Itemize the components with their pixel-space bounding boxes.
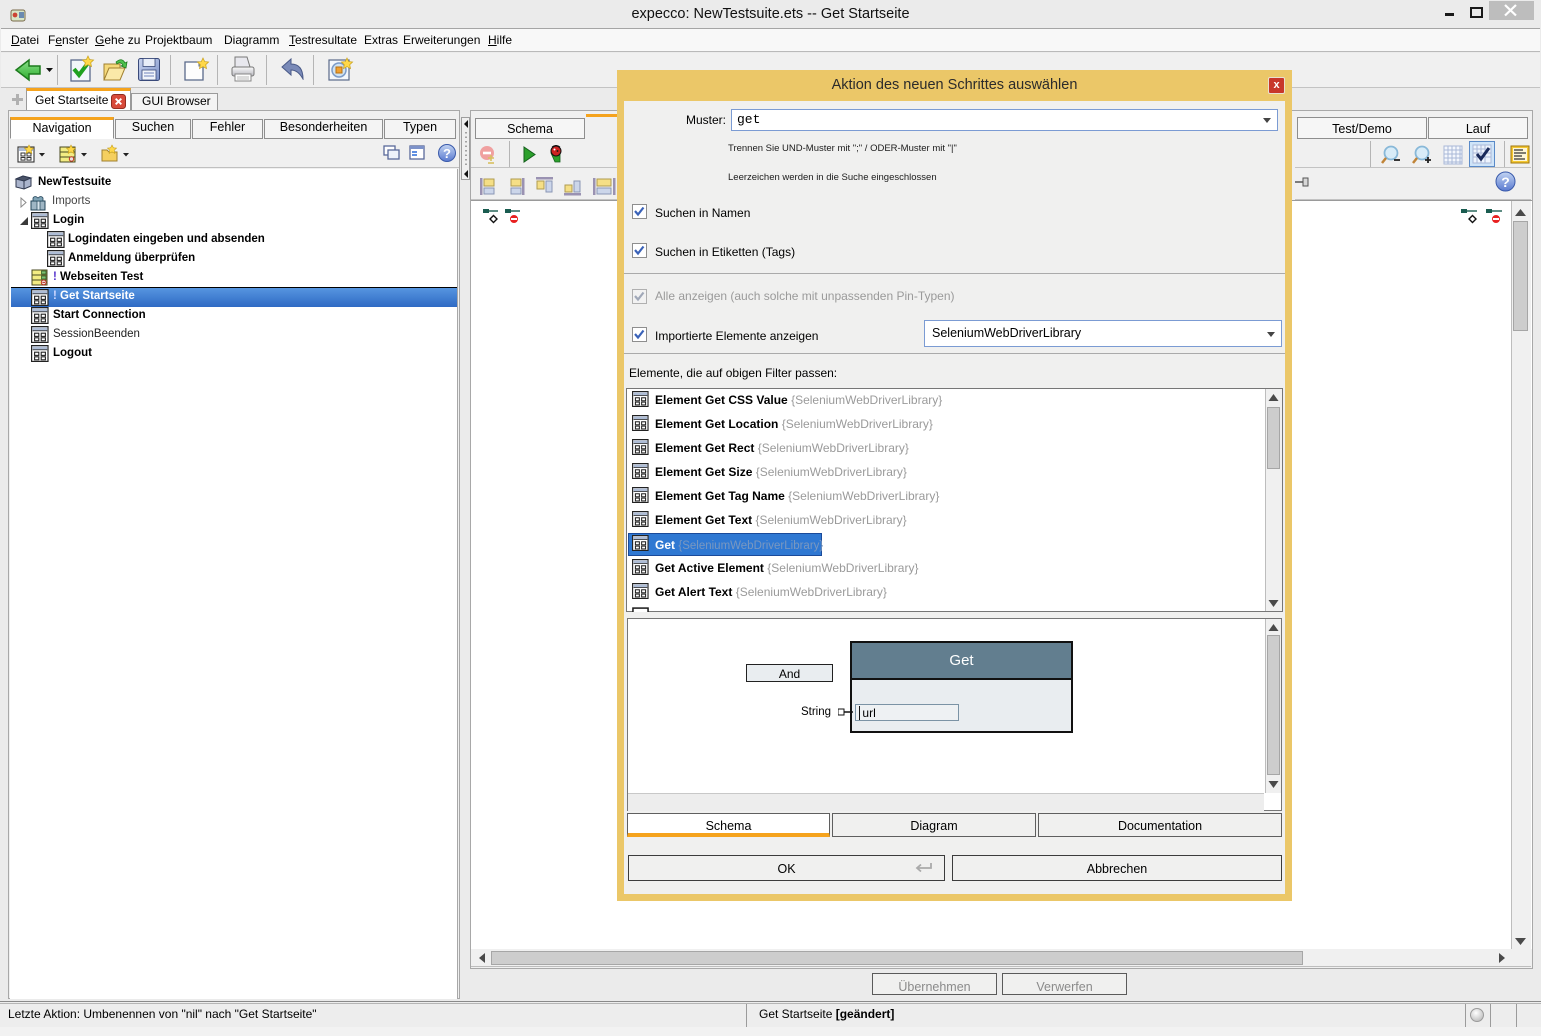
svg-text:?: ? (443, 146, 451, 161)
svg-text:?: ? (1501, 174, 1510, 190)
